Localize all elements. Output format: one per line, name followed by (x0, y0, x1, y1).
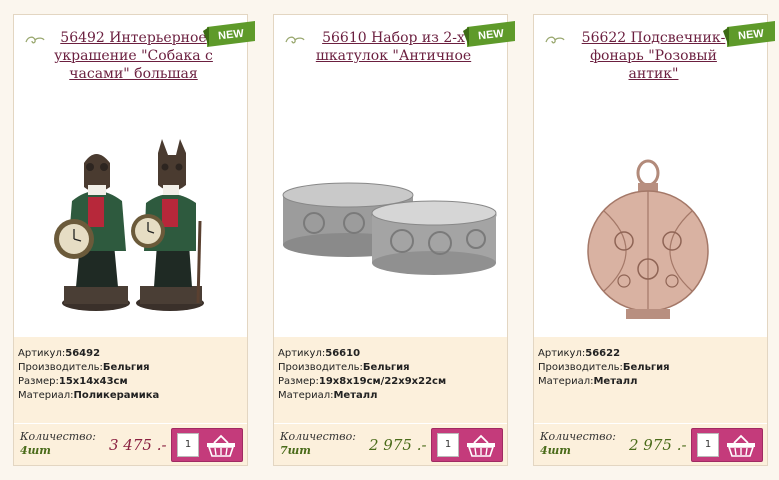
new-badge: NEW (203, 21, 255, 47)
add-to-cart-box: 1 (691, 428, 763, 462)
spec-row: Материал:Металл (538, 376, 638, 387)
product-image (587, 159, 709, 319)
spec-row: Размер:15х14х43см (18, 376, 128, 387)
product-specs: Артикул:56610 Производитель:Бельгия Разм… (274, 337, 507, 427)
basket-icon[interactable] (204, 434, 238, 458)
product-image (282, 182, 497, 275)
quantity-input[interactable]: 1 (437, 433, 459, 457)
spec-row: Артикул:56610 (278, 348, 361, 359)
price: 3 475 .- (109, 436, 167, 454)
swirl-ornament-icon (25, 36, 45, 44)
quantity-label: Количество: (540, 430, 616, 443)
add-to-cart-box: 1 (431, 428, 503, 462)
spec-row: Производитель:Бельгия (278, 362, 410, 373)
quantity-label: Количество: (20, 430, 96, 443)
basket-icon[interactable] (464, 434, 498, 458)
spec-row: Материал:Металл (278, 390, 378, 401)
spec-row: Артикул:56492 (18, 348, 101, 359)
buy-bar: Количество: 7шт 2 975 .- 1 (274, 423, 507, 465)
quantity-input[interactable]: 1 (177, 433, 199, 457)
basket-icon[interactable] (724, 434, 758, 458)
product-card: 56610 Набор из 2-х шкатулок "Античное NE… (273, 14, 515, 466)
quantity-value: 7шт (280, 444, 311, 457)
product-title-link[interactable]: 56610 Набор из 2-х шкатулок "Античное (304, 29, 483, 65)
spec-row: Материал:Поликерамика (18, 390, 160, 401)
new-badge: NEW (463, 21, 515, 47)
product-title-link[interactable]: 56492 Интерьерное украшение "Собака с ча… (44, 29, 223, 83)
buy-bar: Количество: 4шт 3 475 .- 1 (14, 423, 247, 465)
spec-row: Размер:19х8х19см/22х9х22см (278, 376, 447, 387)
product-image (54, 139, 204, 311)
spec-row: Производитель:Бельгия (18, 362, 150, 373)
swirl-ornament-icon (285, 36, 305, 44)
spec-row: Артикул:56622 (538, 348, 621, 359)
quantity-label: Количество: (280, 430, 356, 443)
new-badge: NEW (723, 21, 775, 47)
product-card: 56622 Подсвечник-фонарь "Розовый антик" … (533, 14, 775, 466)
quantity-value: 4шт (20, 444, 51, 457)
price: 2 975 .- (629, 436, 687, 454)
swirl-ornament-icon (545, 36, 565, 44)
price: 2 975 .- (369, 436, 427, 454)
add-to-cart-box: 1 (171, 428, 243, 462)
buy-bar: Количество: 4шт 2 975 .- 1 (534, 423, 767, 465)
quantity-input[interactable]: 1 (697, 433, 719, 457)
product-card: 56492 Интерьерное украшение "Собака с ча… (13, 14, 255, 466)
product-specs: Артикул:56492 Производитель:Бельгия Разм… (14, 337, 247, 427)
product-title-link[interactable]: 56622 Подсвечник-фонарь "Розовый антик" (564, 29, 743, 83)
spec-row: Производитель:Бельгия (538, 362, 670, 373)
product-specs: Артикул:56622 Производитель:Бельгия Мате… (534, 337, 767, 427)
quantity-value: 4шт (540, 444, 571, 457)
